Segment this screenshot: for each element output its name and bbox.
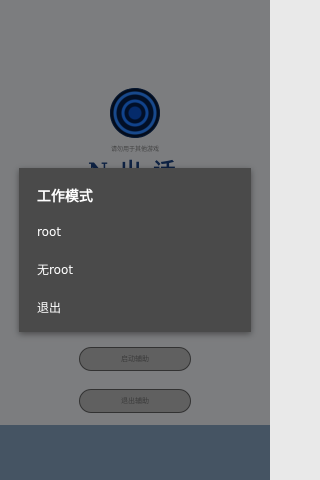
option-exit[interactable]: 退出 (19, 291, 251, 325)
work-mode-dialog: 工作模式 root 无root 退出 (19, 168, 251, 332)
option-root[interactable]: root (19, 215, 251, 249)
dialog-title: 工作模式 (37, 189, 93, 205)
option-no-root[interactable]: 无root (19, 253, 251, 287)
